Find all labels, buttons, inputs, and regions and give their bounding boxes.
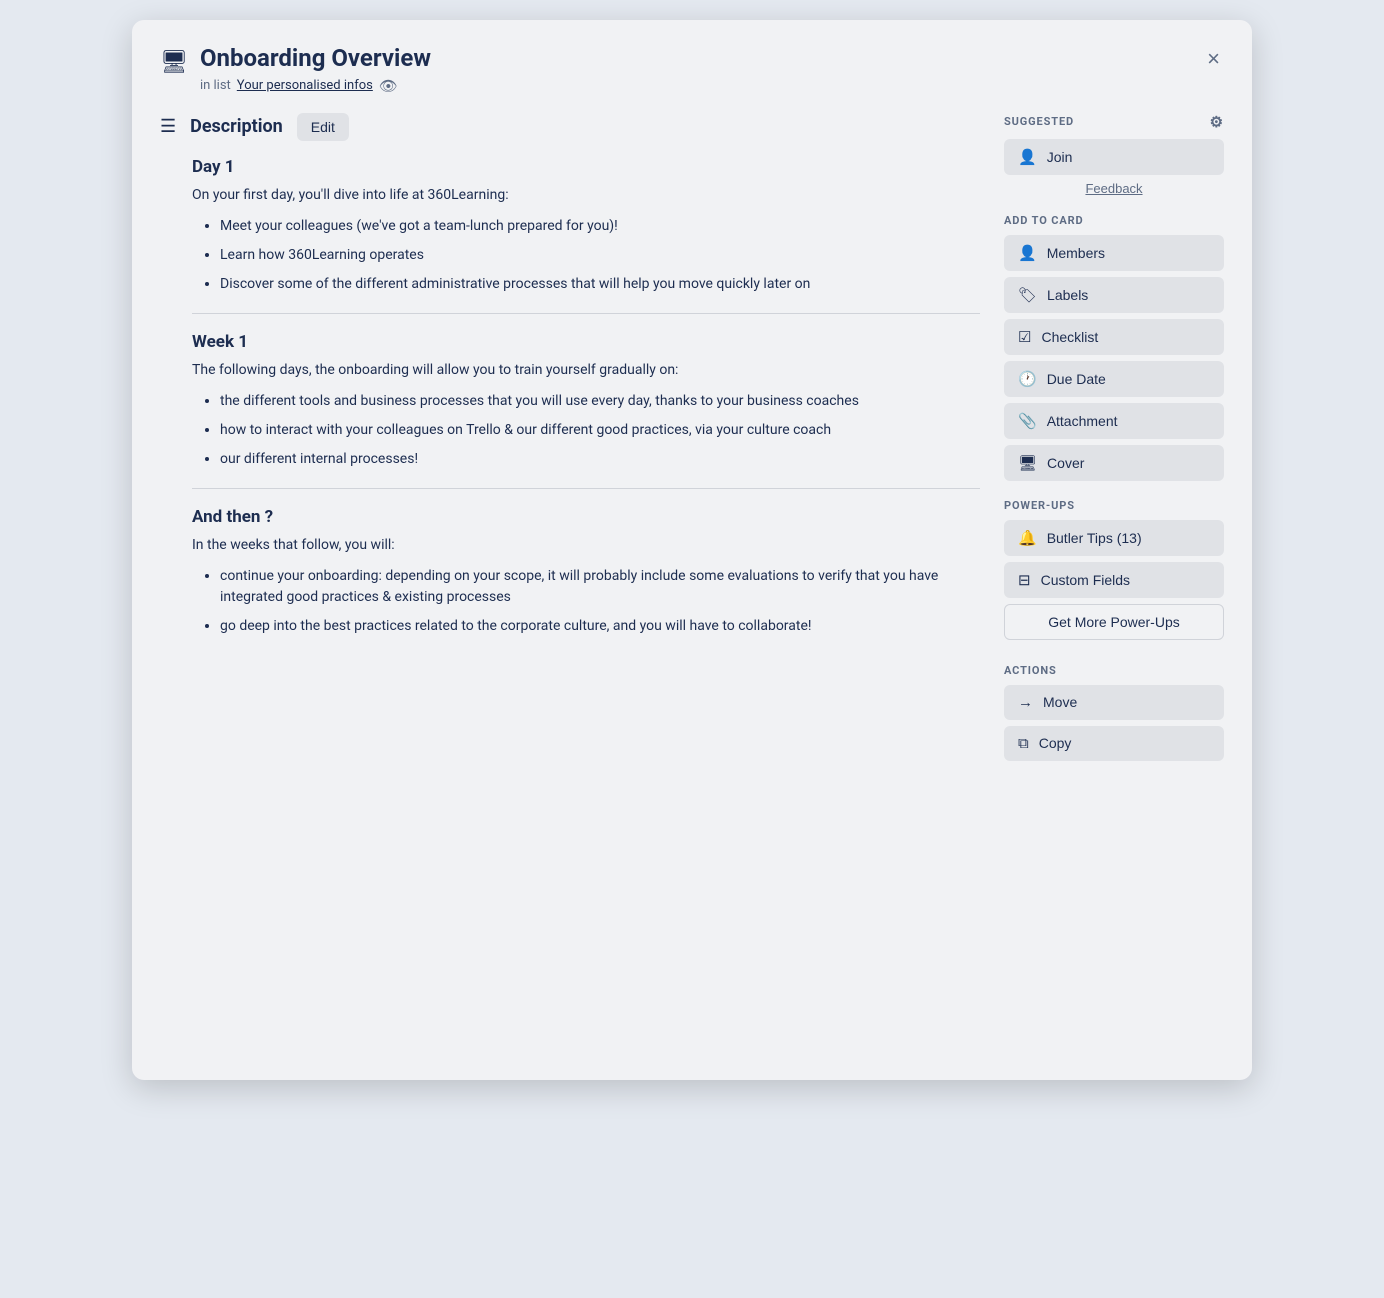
actions-section-title: ACTIONS <box>1004 664 1224 677</box>
bullet-list-week1: the different tools and business process… <box>192 391 980 470</box>
add-to-card-section-title: ADD TO CARD <box>1004 214 1224 227</box>
bullet-list-andthen: continue your onboarding: depending on y… <box>192 566 980 637</box>
cover-icon: 🖥 <box>1018 454 1037 472</box>
get-more-power-ups-button[interactable]: Get More Power-Ups <box>1004 604 1224 640</box>
edit-button[interactable]: Edit <box>297 113 349 141</box>
custom-fields-label: Custom Fields <box>1041 572 1130 588</box>
header-left: 🖥 Onboarding Overview in list Your perso… <box>160 44 431 95</box>
header-title-block: Onboarding Overview in list Your persona… <box>200 44 431 95</box>
members-icon: 👤 <box>1018 244 1037 262</box>
content-area: ☰ Description Edit Day 1 On your first d… <box>160 113 980 1052</box>
checklist-button[interactable]: ☑ Checklist <box>1004 319 1224 355</box>
section-intro-day1: On your first day, you'll dive into life… <box>192 185 980 206</box>
attachment-label: Attachment <box>1047 413 1118 429</box>
list-item: go deep into the best practices related … <box>220 616 980 637</box>
sidebar: SUGGESTED ⚙ 👤 Join Feedback ADD TO CARD … <box>1004 113 1224 1052</box>
copy-icon: ⧉ <box>1018 735 1029 752</box>
due-date-label: Due Date <box>1047 371 1106 387</box>
card-title: Onboarding Overview <box>200 44 431 73</box>
checklist-label: Checklist <box>1041 329 1098 345</box>
clock-icon: 🕐 <box>1018 370 1037 388</box>
lines-icon: ☰ <box>160 116 176 137</box>
section-heading-day1: Day 1 <box>192 157 980 177</box>
custom-fields-icon: ⊟ <box>1018 571 1031 589</box>
gear-icon[interactable]: ⚙ <box>1210 113 1224 131</box>
join-button[interactable]: 👤 Join <box>1004 139 1224 175</box>
butler-tips-button[interactable]: 🔔 Butler Tips (13) <box>1004 520 1224 556</box>
section-intro-andthen: In the weeks that follow, you will: <box>192 535 980 556</box>
checklist-icon: ☑ <box>1018 328 1031 346</box>
person-icon: 👤 <box>1018 148 1037 166</box>
card-list-info: in list Your personalised infos 👁 <box>200 77 431 95</box>
description-header: ☰ Description Edit <box>160 113 980 141</box>
members-label: Members <box>1047 245 1105 261</box>
members-button[interactable]: 👤 Members <box>1004 235 1224 271</box>
section-intro-week1: The following days, the onboarding will … <box>192 360 980 381</box>
custom-fields-button[interactable]: ⊟ Custom Fields <box>1004 562 1224 598</box>
feedback-link[interactable]: Feedback <box>1004 181 1224 196</box>
move-label: Move <box>1043 694 1077 710</box>
list-prefix: in list <box>200 78 231 93</box>
add-to-card-label: ADD TO CARD <box>1004 214 1084 227</box>
butler-tips-label: Butler Tips (13) <box>1047 530 1142 546</box>
arrow-right-icon: → <box>1018 694 1033 711</box>
attachment-button[interactable]: 📎 Attachment <box>1004 403 1224 439</box>
section-heading-week1: Week 1 <box>192 332 980 352</box>
card-modal: 🖥 Onboarding Overview in list Your perso… <box>132 20 1252 1080</box>
attachment-icon: 📎 <box>1018 412 1037 430</box>
suggested-label: SUGGESTED <box>1004 115 1074 128</box>
description-content: Day 1 On your first day, you'll dive int… <box>160 157 980 637</box>
labels-label: Labels <box>1047 287 1088 303</box>
list-item: how to interact with your colleagues on … <box>220 420 980 441</box>
labels-button[interactable]: 🏷 Labels <box>1004 277 1224 313</box>
bullet-list-day1: Meet your colleagues (we've got a team-l… <box>192 216 980 295</box>
copy-label: Copy <box>1039 735 1072 751</box>
list-item: the different tools and business process… <box>220 391 980 412</box>
close-button[interactable]: × <box>1203 44 1224 74</box>
section-divider <box>192 313 980 314</box>
list-item: Learn how 360Learning operates <box>220 245 980 266</box>
actions-label: ACTIONS <box>1004 664 1057 677</box>
list-item: Meet your colleagues (we've got a team-l… <box>220 216 980 237</box>
cover-label: Cover <box>1047 455 1084 471</box>
join-label: Join <box>1047 149 1073 165</box>
suggested-section-title: SUGGESTED ⚙ <box>1004 113 1224 131</box>
list-item: Discover some of the different administr… <box>220 274 980 295</box>
cover-button[interactable]: 🖥 Cover <box>1004 445 1224 481</box>
section-heading-andthen: And then ? <box>192 507 980 527</box>
butler-icon: 🔔 <box>1018 529 1037 547</box>
monitor-icon: 🖥 <box>160 50 188 75</box>
eye-icon[interactable]: 👁 <box>379 77 398 95</box>
power-ups-label: POWER-UPS <box>1004 499 1075 512</box>
list-item: our different internal processes! <box>220 449 980 470</box>
copy-button[interactable]: ⧉ Copy <box>1004 726 1224 761</box>
modal-header: 🖥 Onboarding Overview in list Your perso… <box>132 20 1252 95</box>
move-button[interactable]: → Move <box>1004 685 1224 720</box>
power-ups-section-title: POWER-UPS <box>1004 499 1224 512</box>
due-date-button[interactable]: 🕐 Due Date <box>1004 361 1224 397</box>
list-item: continue your onboarding: depending on y… <box>220 566 980 608</box>
section-divider-2 <box>192 488 980 489</box>
labels-icon: 🏷 <box>1018 286 1037 304</box>
description-label: Description <box>190 116 283 137</box>
modal-body: ☰ Description Edit Day 1 On your first d… <box>132 95 1252 1080</box>
list-link[interactable]: Your personalised infos <box>237 78 373 93</box>
